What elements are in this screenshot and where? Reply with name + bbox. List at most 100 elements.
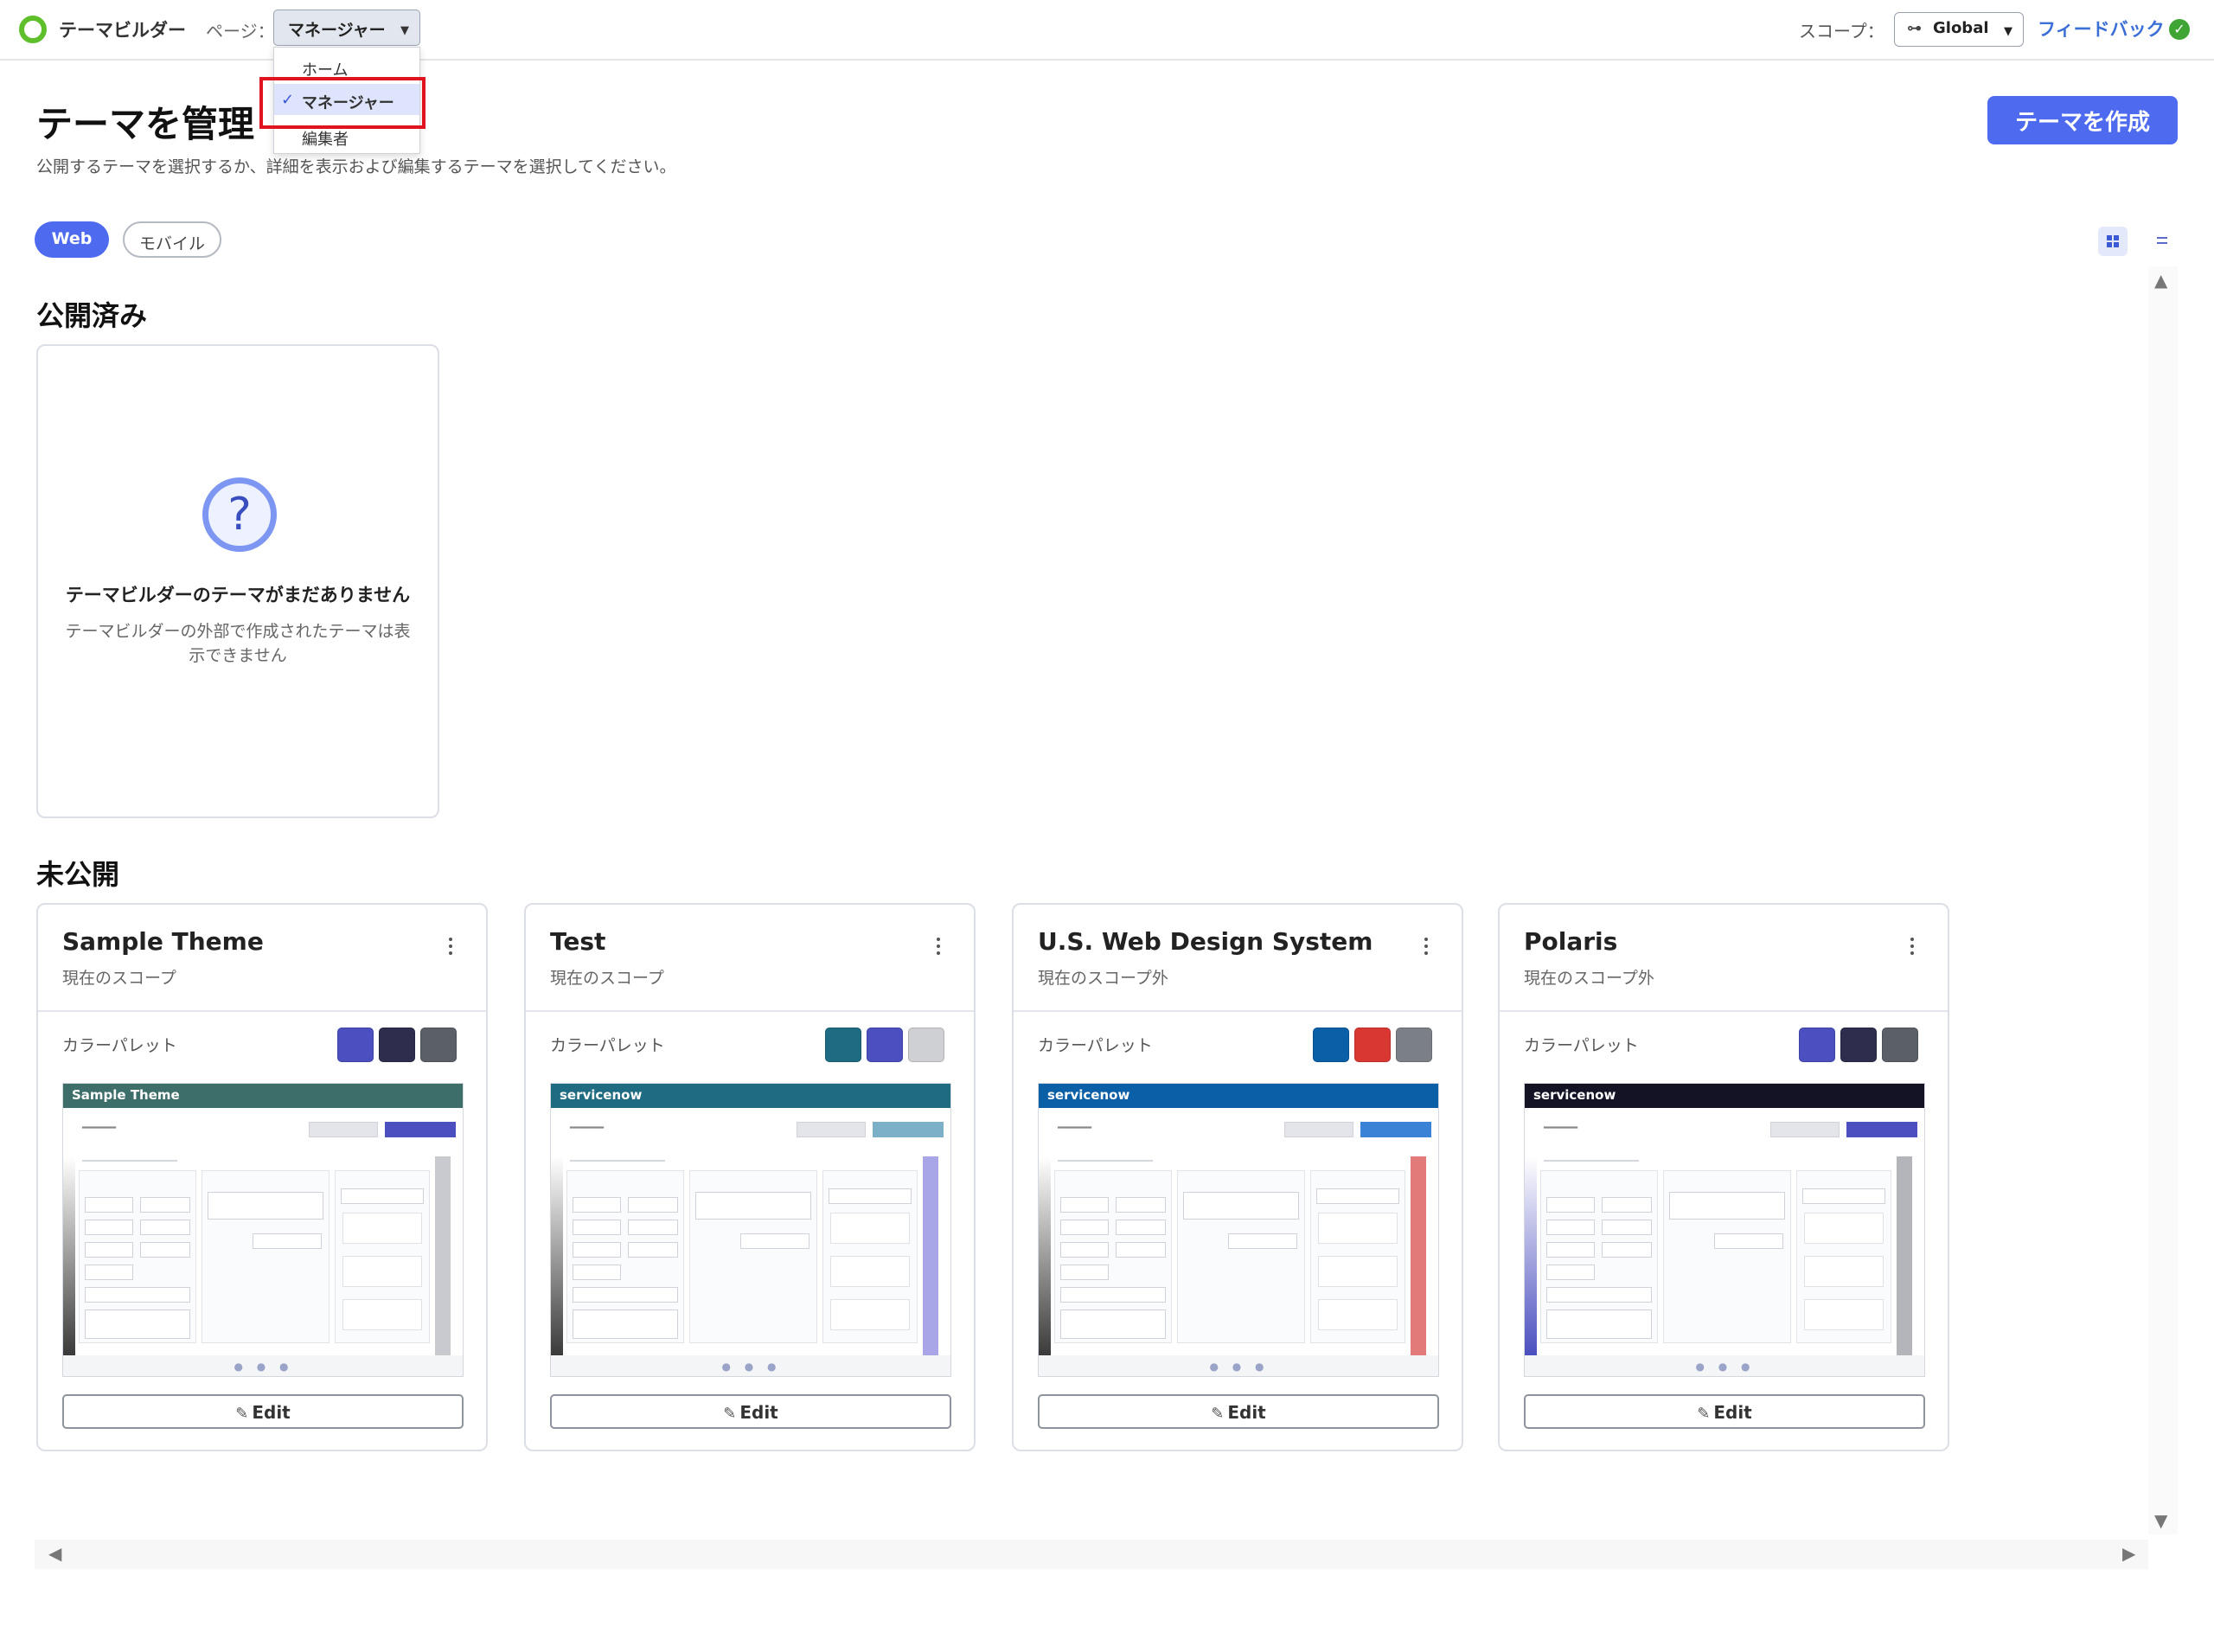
preview-body: ━━━━━	[1525, 1108, 1924, 1355]
theme-preview: servicenow ━━━━━ ● ● ●	[550, 1083, 951, 1377]
preview-column	[689, 1170, 817, 1343]
theme-name: Sample Theme	[62, 927, 264, 956]
scroll-up-arrow-icon[interactable]: ▲	[2154, 270, 2167, 291]
preview-column	[79, 1170, 196, 1343]
preview-body: ━━━━━	[1039, 1108, 1438, 1355]
filter-mobile-tab[interactable]: モバイル	[123, 221, 221, 258]
more-options-icon[interactable]	[1910, 938, 1915, 957]
preview-primary-button	[1846, 1122, 1917, 1137]
preview-header: servicenow	[551, 1084, 950, 1108]
preview-column	[1663, 1170, 1791, 1343]
theme-name: Test	[550, 927, 606, 956]
question-icon: ?	[202, 477, 277, 552]
more-options-icon[interactable]	[936, 938, 941, 957]
preview-brand: servicenow	[1047, 1087, 1130, 1103]
scope-tree-icon: ⊶	[1907, 20, 1922, 37]
preview-primary-button	[385, 1122, 456, 1137]
preview-pagination-dots: ● ● ●	[1209, 1361, 1270, 1373]
color-swatch	[1354, 1028, 1391, 1062]
status-check-icon: ✓	[2169, 19, 2190, 40]
app-title: テーマビルダー	[59, 20, 186, 41]
preview-pagination-dots: ● ● ●	[721, 1361, 782, 1373]
theme-scope: 現在のスコープ外	[1038, 969, 1168, 988]
create-theme-button[interactable]: テーマを作成	[1987, 96, 2178, 144]
edit-theme-button[interactable]: ✎ Edit	[1524, 1394, 1925, 1429]
preview-pagination-dots: ● ● ●	[1695, 1361, 1756, 1373]
palette-label: カラーパレット	[1038, 1036, 1153, 1055]
page-description: 公開するテーマを選択するか、詳細を表示および編集するテーマを選択してください。	[36, 157, 676, 176]
preview-column	[1054, 1170, 1172, 1343]
color-swatch	[1799, 1028, 1835, 1062]
empty-state-title: テーマビルダーのテーマがまだありません	[65, 585, 411, 605]
palette-label: カラーパレット	[62, 1036, 177, 1055]
edit-theme-button[interactable]: ✎ Edit	[1038, 1394, 1439, 1429]
preview-tabs	[1544, 1153, 1639, 1162]
feedback-link[interactable]: フィードバック	[2038, 16, 2165, 42]
preview-brand: servicenow	[1533, 1087, 1616, 1103]
color-swatch	[337, 1028, 374, 1062]
color-swatch	[825, 1028, 861, 1062]
theme-preview: Sample Theme ━━━━━ ● ● ●	[62, 1083, 464, 1377]
card-divider	[1500, 1010, 1948, 1012]
preview-page-header: ━━━━━	[1544, 1122, 1578, 1135]
preview-pagination-dots: ● ● ●	[234, 1361, 294, 1373]
color-swatch	[1396, 1028, 1432, 1062]
color-swatch	[379, 1028, 415, 1062]
preview-column	[1310, 1170, 1405, 1343]
edit-label: Edit	[739, 1402, 778, 1423]
empty-published-card: ? テーマビルダーのテーマがまだありません テーマビルダーの外部で作成されたテー…	[36, 344, 439, 818]
page-select[interactable]: マネージャー ▼	[273, 10, 420, 46]
page-select-value: マネージャー	[288, 21, 386, 40]
edit-theme-button[interactable]: ✎ Edit	[62, 1394, 464, 1429]
preview-right-rail	[923, 1156, 938, 1355]
pencil-icon: ✎	[1697, 1405, 1711, 1423]
color-swatch	[1882, 1028, 1918, 1062]
card-divider	[1014, 1010, 1462, 1012]
preview-sidebar	[63, 1156, 75, 1355]
card-divider	[526, 1010, 974, 1012]
scope-select-value: Global	[1933, 19, 1989, 37]
scroll-left-arrow-icon[interactable]: ◀	[48, 1543, 61, 1564]
page-title: テーマを管理	[36, 103, 255, 145]
color-swatch	[1313, 1028, 1349, 1062]
palette-label: カラーパレット	[550, 1036, 665, 1055]
grid-view-icon[interactable]	[2098, 227, 2128, 256]
edit-label: Edit	[1227, 1402, 1266, 1423]
more-options-icon[interactable]	[448, 938, 453, 957]
list-view-icon[interactable]	[2148, 227, 2178, 256]
preview-header: servicenow	[1039, 1084, 1438, 1108]
vertical-scrollbar[interactable]	[2148, 266, 2178, 1534]
filter-web-tab[interactable]: Web	[35, 221, 109, 258]
pencil-icon: ✎	[1211, 1405, 1225, 1423]
preview-body: ━━━━━	[63, 1108, 463, 1355]
theme-scope: 現在のスコープ	[550, 969, 664, 988]
theme-name: Polaris	[1524, 927, 1618, 956]
horizontal-scrollbar[interactable]	[35, 1540, 2148, 1569]
preview-page-header: ━━━━━	[1058, 1122, 1092, 1135]
theme-preview: servicenow ━━━━━ ● ● ●	[1524, 1083, 1925, 1377]
preview-right-rail	[435, 1156, 451, 1355]
preview-header: servicenow	[1525, 1084, 1924, 1108]
scroll-right-arrow-icon[interactable]: ▶	[2122, 1543, 2135, 1564]
theme-scope: 現在のスコープ外	[1524, 969, 1654, 988]
chevron-down-icon: ▼	[2004, 25, 2012, 38]
highlight-annotation-box	[259, 77, 426, 129]
theme-card[interactable]: Polaris 現在のスコープ外 カラーパレット servicenow ━━━━…	[1498, 903, 1949, 1451]
more-options-icon[interactable]	[1424, 938, 1429, 957]
theme-card[interactable]: Sample Theme 現在のスコープ カラーパレット Sample Them…	[36, 903, 488, 1451]
edit-theme-button[interactable]: ✎ Edit	[550, 1394, 951, 1429]
theme-card[interactable]: Test 現在のスコープ カラーパレット servicenow ━━━━━ ● …	[524, 903, 976, 1451]
scroll-down-arrow-icon[interactable]: ▼	[2154, 1510, 2167, 1531]
preview-body: ━━━━━	[551, 1108, 950, 1355]
preview-column	[1796, 1170, 1891, 1343]
theme-scope: 現在のスコープ	[62, 969, 176, 988]
preview-secondary-button	[1770, 1122, 1840, 1137]
preview-brand: Sample Theme	[72, 1087, 180, 1103]
theme-card[interactable]: U.S. Web Design System 現在のスコープ外 カラーパレット …	[1012, 903, 1463, 1451]
preview-sidebar	[1039, 1156, 1051, 1355]
preview-secondary-button	[797, 1122, 866, 1137]
scope-select[interactable]: ⊶ Global ▼	[1894, 12, 2024, 47]
page-label: ページ：	[206, 21, 275, 42]
preview-tabs	[1058, 1153, 1153, 1162]
preview-column	[202, 1170, 330, 1343]
